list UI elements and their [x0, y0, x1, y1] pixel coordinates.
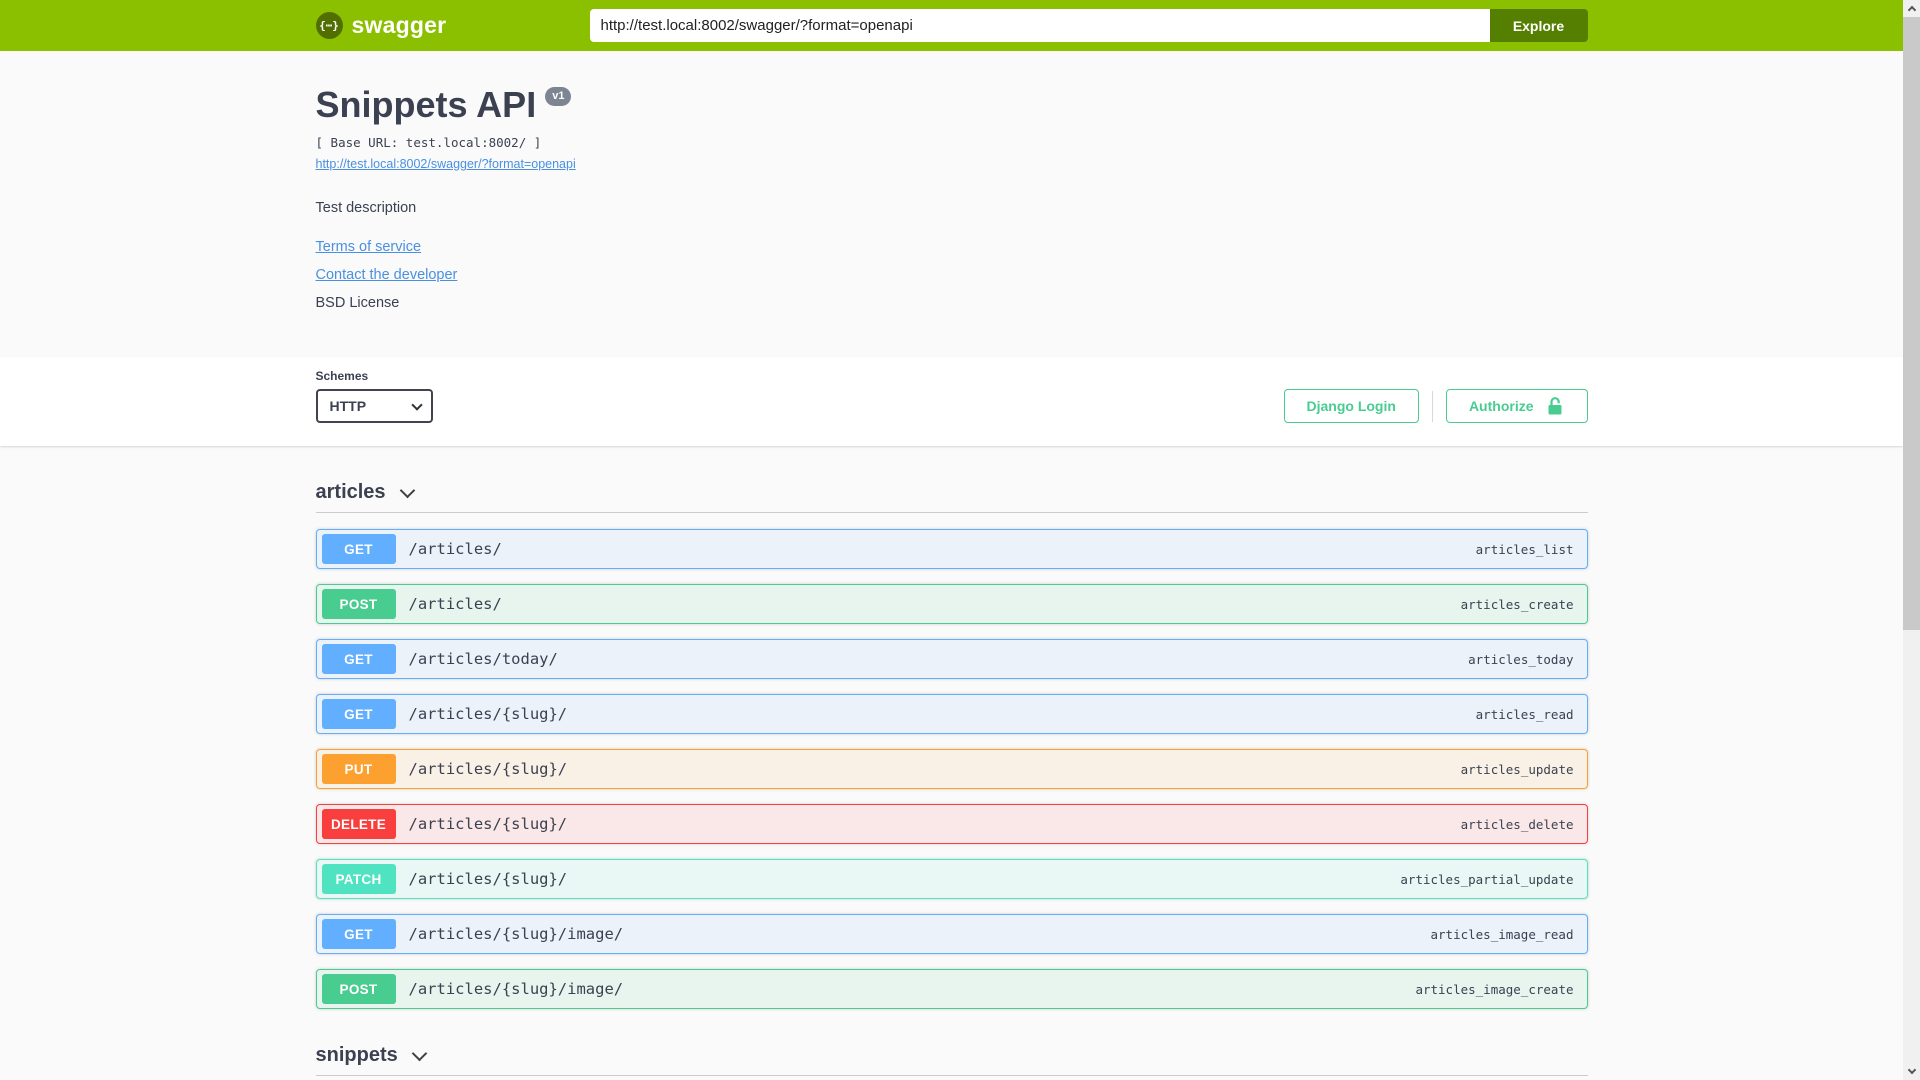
- method-badge: GET: [321, 919, 396, 950]
- tag-section: articles GET /articles/ articles_list PO…: [315, 481, 1588, 1010]
- swagger-logo-icon: {⋯}: [315, 12, 343, 39]
- operation-id: articles_delete: [1460, 816, 1574, 832]
- terms-of-service-link[interactable]: Terms of service: [316, 239, 422, 255]
- spec-url-input[interactable]: [589, 9, 1490, 42]
- chevron-down-icon: [399, 483, 415, 499]
- page: {⋯} swagger Explore Snippets API v1 [ Ba…: [0, 0, 1903, 1080]
- operation-row[interactable]: PATCH /articles/{slug}/ articles_partial…: [315, 859, 1588, 900]
- tag-header[interactable]: snippets: [315, 1044, 1588, 1077]
- django-login-label: Django Login: [1306, 398, 1396, 415]
- operation-row[interactable]: GET /articles/today/ articles_today: [315, 639, 1588, 680]
- explore-button[interactable]: Explore: [1489, 9, 1588, 42]
- schemes-select[interactable]: HTTP: [315, 389, 433, 424]
- operation-path: /articles/{slug}/: [408, 705, 568, 724]
- page-title: Snippets API v1: [316, 84, 1588, 125]
- unlocked-padlock-icon: [1548, 397, 1561, 415]
- tag-operations: GET /articles/ articles_list POST /artic…: [315, 529, 1588, 1010]
- chevron-down-icon: [1907, 1065, 1916, 1075]
- spec-link[interactable]: http://test.local:8002/swagger/?format=o…: [316, 157, 576, 171]
- version-badge: v1: [545, 87, 572, 106]
- scrollbar-up-arrow[interactable]: [1903, 0, 1920, 17]
- method-badge: GET: [321, 699, 396, 730]
- operation-row[interactable]: GET /articles/{slug}/image/ articles_ima…: [315, 914, 1588, 955]
- auth-divider: [1431, 390, 1433, 422]
- operation-path: /articles/{slug}/: [408, 815, 568, 834]
- operation-path: /articles/: [408, 540, 502, 559]
- tag-title: articles: [315, 481, 386, 504]
- topbar: {⋯} swagger Explore: [0, 0, 1903, 51]
- scrollbar-thumb[interactable]: [1903, 17, 1920, 630]
- django-login-button[interactable]: Django Login: [1283, 389, 1419, 424]
- operation-id: articles_image_read: [1430, 926, 1574, 942]
- operation-row[interactable]: POST /articles/ articles_create: [315, 584, 1588, 625]
- chevron-down-icon: [411, 1046, 428, 1062]
- method-badge: GET: [321, 534, 396, 565]
- swagger-logo[interactable]: {⋯} swagger: [315, 12, 447, 39]
- operation-id: articles_today: [1468, 651, 1574, 667]
- operation-row[interactable]: PUT /articles/{slug}/ articles_update: [315, 749, 1588, 790]
- operation-id: articles_read: [1475, 706, 1574, 722]
- operation-id: articles_list: [1475, 541, 1574, 557]
- api-title-text: Snippets API: [315, 84, 537, 125]
- schemes-group: Schemes HTTP: [315, 369, 433, 424]
- operation-row[interactable]: POST /articles/{slug}/image/ articles_im…: [315, 969, 1588, 1010]
- authorize-label: Authorize: [1468, 398, 1534, 415]
- operation-path: /articles/{slug}/: [408, 760, 568, 779]
- contact-developer-link[interactable]: Contact the developer: [316, 267, 458, 283]
- api-description: Test description: [315, 200, 417, 217]
- schemes-label: Schemes: [315, 369, 369, 384]
- method-badge: DELETE: [321, 809, 396, 840]
- scheme-container: Schemes HTTP Django Login Authorize: [0, 357, 1903, 447]
- operation-path: /articles/{slug}/: [408, 870, 568, 889]
- auth-wrapper: Django Login Authorize: [1283, 389, 1588, 424]
- operation-row[interactable]: GET /articles/{slug}/ articles_read: [315, 694, 1588, 735]
- operations-list: articles GET /articles/ articles_list PO…: [315, 446, 1588, 1080]
- scrollbar-down-arrow[interactable]: [1903, 1063, 1920, 1080]
- method-badge: PUT: [321, 754, 396, 785]
- method-badge: POST: [321, 974, 396, 1005]
- chevron-up-icon: [1907, 5, 1916, 15]
- tag-section: snippets GET /snippets/ snippets_list: [315, 1044, 1588, 1080]
- operation-id: articles_update: [1460, 761, 1574, 777]
- operation-path: /articles/{slug}/image/: [408, 980, 624, 999]
- operation-id: articles_create: [1460, 596, 1574, 612]
- swagger-logo-text: swagger: [351, 12, 447, 38]
- operation-path: /articles/today/: [408, 650, 558, 669]
- operation-path: /articles/: [408, 595, 502, 614]
- authorize-button[interactable]: Authorize: [1445, 389, 1588, 424]
- method-badge: POST: [321, 589, 396, 620]
- tag-title: snippets: [315, 1044, 398, 1067]
- method-badge: PATCH: [321, 864, 396, 895]
- operation-row[interactable]: GET /articles/ articles_list: [315, 529, 1588, 570]
- scrollbar[interactable]: [1903, 0, 1920, 1080]
- operation-row[interactable]: DELETE /articles/{slug}/ articles_delete: [315, 804, 1588, 845]
- operation-path: /articles/{slug}/image/: [408, 925, 624, 944]
- license-label: BSD License: [315, 295, 400, 312]
- base-url: [ Base URL: test.local:8002/ ]: [315, 135, 542, 151]
- info-section: Snippets API v1 [ Base URL: test.local:8…: [316, 51, 1588, 357]
- method-badge: GET: [321, 644, 396, 675]
- tag-header[interactable]: articles: [315, 481, 1588, 514]
- operation-id: articles_partial_update: [1400, 871, 1574, 887]
- operation-id: articles_image_create: [1415, 981, 1574, 997]
- spec-url-form: Explore: [589, 9, 1588, 42]
